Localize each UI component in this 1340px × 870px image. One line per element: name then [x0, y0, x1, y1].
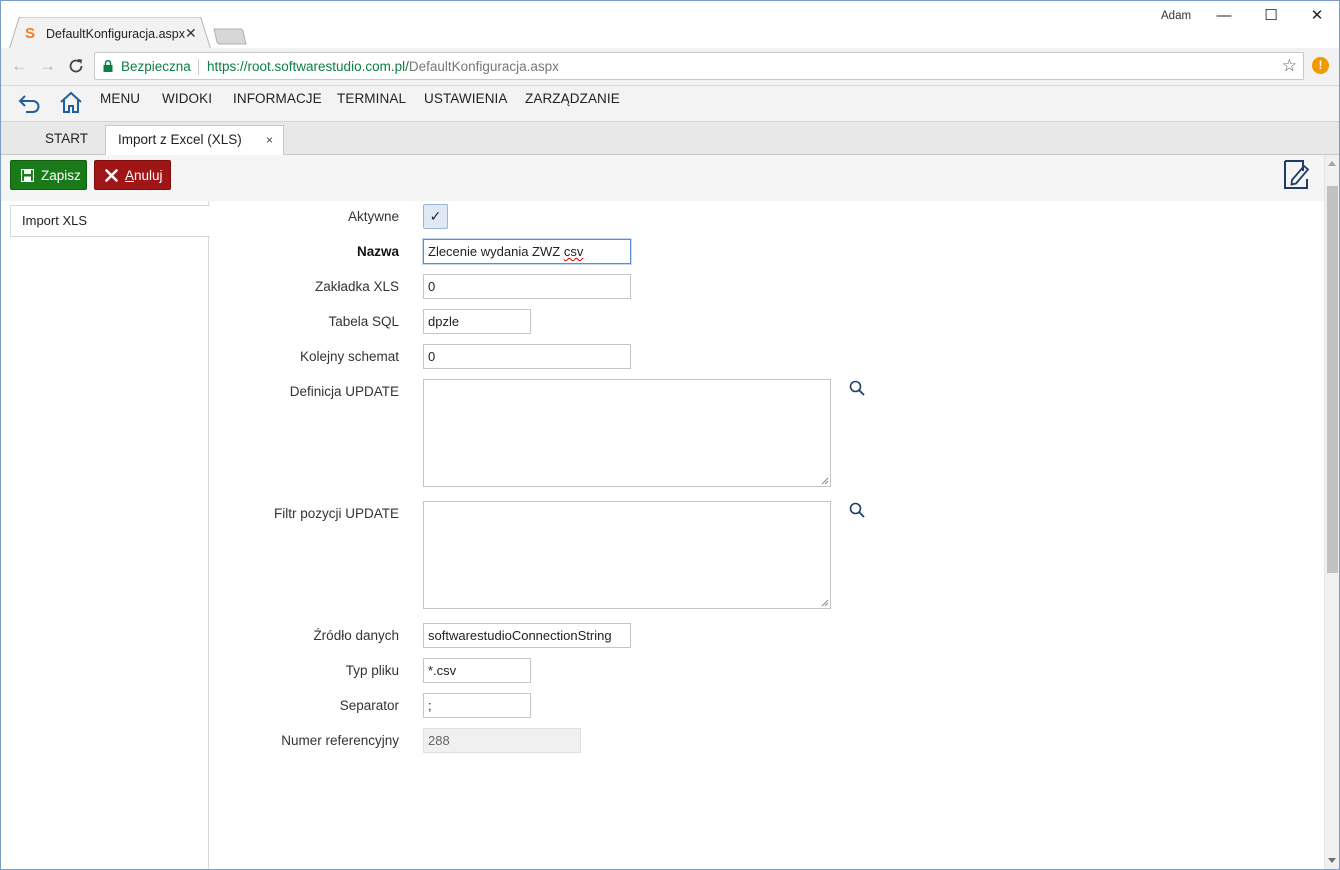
menu-item-widoki[interactable]: WIDOKI	[162, 91, 212, 106]
url-path: DefaultKonfiguracja.aspx	[408, 59, 559, 74]
url-text: https://root.softwarestudio.com.pl/Defau…	[207, 59, 559, 74]
tab-close-icon[interactable]: ×	[266, 126, 273, 154]
cancel-button[interactable]: Anuluj	[94, 160, 171, 190]
tab-import-excel[interactable]: Import z Excel (XLS) ×	[105, 125, 284, 156]
label-tabela-sql: Tabela SQL	[328, 314, 399, 329]
address-bar-row: ← → Bezpieczna https://root.softwarestud…	[0, 48, 1340, 85]
label-nazwa: Nazwa	[356, 244, 399, 259]
definicja-update-textarea[interactable]	[423, 379, 831, 487]
resize-grip-icon[interactable]	[820, 476, 829, 485]
save-button-label: Zapisz	[41, 168, 81, 183]
reload-icon[interactable]	[67, 57, 85, 75]
label-definicja-update: Definicja UPDATE	[289, 384, 399, 399]
maximize-icon[interactable]: ☐	[1260, 5, 1282, 27]
back-arrow-icon[interactable]: ←	[11, 56, 28, 76]
back-icon[interactable]	[17, 90, 43, 116]
home-icon[interactable]	[58, 90, 84, 116]
resize-grip-icon[interactable]	[820, 598, 829, 607]
menu-item-informacje[interactable]: INFORMACJE	[233, 91, 322, 106]
scroll-down-arrow-icon[interactable]	[1328, 858, 1336, 863]
checkmark-icon: ✓	[429, 208, 442, 224]
nazwa-value-misspelled: csv	[563, 244, 584, 259]
scroll-up-arrow-icon[interactable]	[1328, 161, 1336, 166]
browser-tab-title: DefaultKonfiguracja.aspx	[46, 27, 185, 41]
warning-extension-icon[interactable]: !	[1312, 57, 1329, 74]
browser-titlebar: S DefaultKonfiguracja.aspx ✕ Adam — ☐ ✕	[0, 0, 1340, 50]
cancel-label-rest: nuluj	[134, 168, 163, 183]
typ-pliku-input[interactable]: *.csv	[423, 658, 531, 683]
menu-item-terminal[interactable]: TERMINAL	[337, 91, 406, 106]
scrollbar-thumb[interactable]	[1327, 186, 1338, 573]
aktywne-checkbox[interactable]: ✓	[423, 204, 448, 229]
tab-start[interactable]: START	[45, 125, 88, 156]
label-aktywne: Aktywne	[347, 209, 399, 224]
separator-input[interactable]: ;	[423, 693, 531, 718]
definicja-search-icon[interactable]	[849, 380, 865, 396]
close-x-icon	[105, 169, 118, 182]
menu-item-zarzadzanie[interactable]: ZARZĄDZANIE	[525, 91, 620, 106]
filtr-pozycji-update-textarea[interactable]	[423, 501, 831, 609]
bookmark-star-icon[interactable]: ☆	[1282, 56, 1297, 76]
window-close-icon[interactable]: ✕	[1306, 5, 1328, 27]
label-filtr-pozycji-update: Filtr pozycji UPDATE	[273, 506, 399, 521]
url-host: https://root.softwarestudio.com.pl/	[207, 59, 409, 74]
tabela-sql-input[interactable]: dpzle	[423, 309, 531, 334]
label-numer-referencyjny: Numer referencyjny	[281, 733, 399, 748]
nazwa-value: Zlecenie wydania ZWZ	[428, 244, 564, 259]
minimize-icon[interactable]: —	[1213, 5, 1235, 27]
label-zakladka-xls: Zakładka XLS	[314, 279, 399, 294]
save-button[interactable]: Zapisz	[10, 160, 87, 190]
left-panel-item-import-xls[interactable]: Import XLS	[10, 205, 210, 237]
app-menubar: MENU WIDOKI INFORMACJE TERMINAL USTAWIEN…	[1, 85, 1339, 121]
label-zrodlo-danych: Źródło danych	[313, 628, 399, 643]
forward-arrow-icon[interactable]: →	[39, 56, 56, 76]
app-tabs: START Import z Excel (XLS) ×	[1, 121, 1339, 156]
tab-import-excel-label: Import z Excel (XLS)	[118, 132, 242, 147]
zakladka-xls-input[interactable]: 0	[423, 274, 631, 299]
app-favicon-icon: S	[25, 25, 36, 42]
left-panel: Import XLS	[1, 201, 210, 870]
menu-item-menu[interactable]: MENU	[100, 91, 140, 106]
url-field[interactable]: Bezpieczna https://root.softwarestudio.c…	[94, 52, 1304, 80]
label-typ-pliku: Typ pliku	[345, 663, 399, 678]
cancel-button-label: Anuluj	[125, 168, 163, 183]
omnibox-divider	[198, 59, 199, 75]
lock-icon	[103, 60, 113, 72]
edit-document-icon[interactable]	[1282, 157, 1310, 191]
menu-item-ustawienia[interactable]: USTAWIENIA	[424, 91, 508, 106]
form-toolbar: Zapisz Anuluj	[1, 155, 1324, 201]
nazwa-input[interactable]: Zlecenie wydania ZWZ csv	[423, 239, 631, 264]
label-kolejny-schemat: Kolejny schemat	[299, 349, 399, 364]
content-area: Import XLS Aktywne ✓ Nazwa Zlecenie wyda…	[1, 201, 1324, 870]
vertical-scrollbar[interactable]	[1324, 155, 1339, 870]
floppy-disk-icon	[21, 169, 34, 182]
label-separator: Separator	[339, 698, 399, 713]
secure-label: Bezpieczna	[121, 59, 191, 74]
browser-tab-close-icon[interactable]: ✕	[185, 25, 197, 41]
numer-referencyjny-input: 288	[423, 728, 581, 753]
new-tab-button[interactable]	[213, 28, 247, 45]
kolejny-schemat-input[interactable]: 0	[423, 344, 631, 369]
zrodlo-danych-input[interactable]: softwarestudioConnectionString	[423, 623, 631, 648]
profile-name[interactable]: Adam	[1161, 10, 1191, 22]
filtr-search-icon[interactable]	[849, 502, 865, 518]
cancel-accelerator: A	[125, 168, 135, 183]
